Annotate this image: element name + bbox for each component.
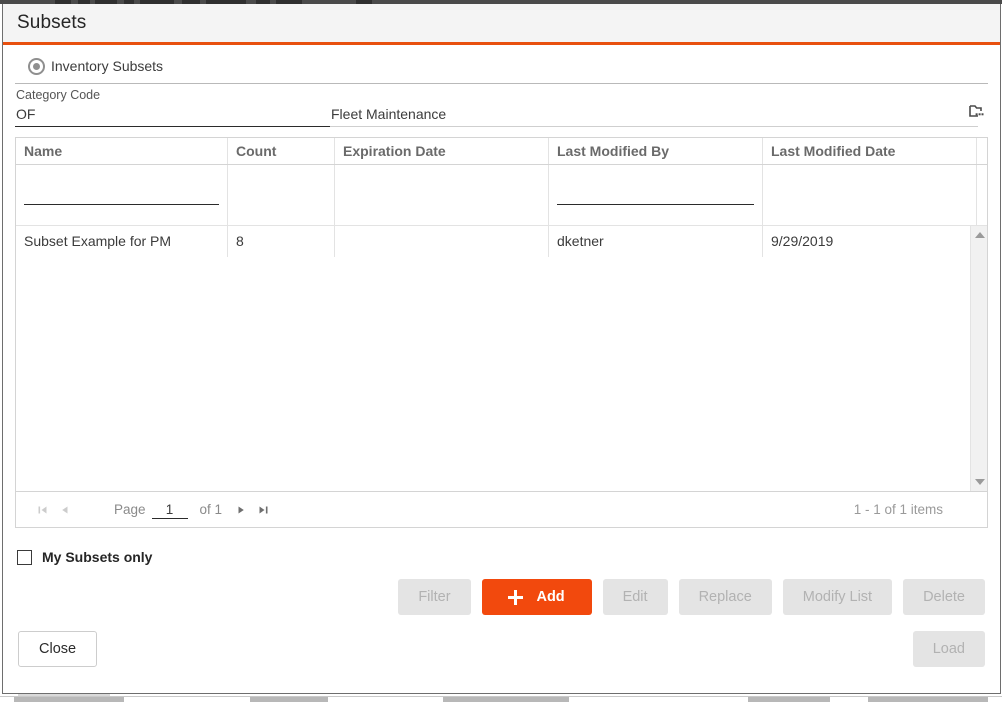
filter-cell-count	[228, 165, 335, 225]
category-code-input[interactable]: OF	[15, 104, 330, 127]
edit-button[interactable]: Edit	[602, 579, 668, 615]
table-row[interactable]: Subset Example for PM 8 dketner 9/29/201…	[16, 226, 970, 257]
subsets-grid: Name Count Expiration Date Last Modified…	[15, 137, 988, 528]
filter-input-expiration-date[interactable]	[343, 185, 540, 205]
background-bottom-strip	[0, 696, 1002, 702]
delete-button[interactable]: Delete	[903, 579, 985, 615]
add-button-label: Add	[536, 589, 565, 605]
column-header-last-modified-date[interactable]: Last Modified Date	[763, 138, 977, 164]
go-to-last-page-icon[interactable]	[252, 499, 274, 521]
close-button[interactable]: Close	[18, 631, 98, 667]
column-header-name[interactable]: Name	[16, 138, 228, 164]
load-button[interactable]: Load	[912, 631, 985, 667]
cell-last-modified-by: dketner	[549, 226, 763, 257]
grid-body: Subset Example for PM 8 dketner 9/29/201…	[16, 226, 987, 491]
grid-header-row: Name Count Expiration Date Last Modified…	[16, 138, 987, 165]
column-header-expiration-date[interactable]: Expiration Date	[335, 138, 549, 164]
go-to-previous-page-icon[interactable]	[54, 499, 76, 521]
pager-of-label: of 1	[199, 502, 223, 517]
go-to-first-page-icon[interactable]	[32, 499, 54, 521]
first-page-glyph	[38, 506, 47, 513]
grid-vertical-scrollbar[interactable]	[970, 226, 987, 491]
cell-last-modified-date: 9/29/2019	[763, 226, 970, 257]
filter-input-count[interactable]	[236, 185, 326, 205]
radio-selected-icon[interactable]	[28, 57, 45, 75]
category-code-caption: Category Code	[16, 88, 101, 102]
pager-page-input[interactable]	[151, 500, 188, 519]
page-title: Subsets	[17, 12, 87, 33]
dialog-body: Inventory Subsets Category Code OF Fleet…	[3, 45, 1000, 693]
cell-name: Subset Example for PM	[16, 226, 228, 257]
filter-input-name[interactable]	[24, 185, 219, 205]
column-header-filler	[977, 138, 993, 164]
subsets-dialog: Subsets Inventory Subsets Category Code …	[2, 4, 1001, 694]
my-subsets-only-label: My Subsets only	[42, 549, 153, 565]
my-subsets-only-row[interactable]: My Subsets only	[15, 538, 988, 576]
filter-cell-last-modified-by	[549, 165, 763, 225]
next-page-glyph	[238, 506, 244, 513]
dialog-footer: Close Load	[15, 631, 988, 667]
last-page-glyph	[259, 506, 268, 513]
filter-cell-filler	[977, 165, 993, 225]
filter-button[interactable]: Filter	[398, 579, 471, 615]
go-to-next-page-icon[interactable]	[230, 499, 252, 521]
triangle-up-icon[interactable]	[971, 228, 988, 242]
filter-cell-last-modified-date	[763, 165, 977, 225]
grid-rows: Subset Example for PM 8 dketner 9/29/201…	[16, 226, 970, 491]
grid-filter-row	[16, 165, 987, 226]
dialog-titlebar: Subsets	[3, 4, 1000, 45]
add-button[interactable]: Add	[481, 579, 592, 615]
browse-lookup-glyph	[969, 105, 984, 117]
category-code-field-block: Category Code OF Fleet Maintenance	[15, 83, 988, 127]
replace-button[interactable]: Replace	[678, 579, 772, 615]
column-header-last-modified-by[interactable]: Last Modified By	[549, 138, 763, 164]
filter-cell-name	[16, 165, 228, 225]
modify-list-button[interactable]: Modify List	[782, 579, 893, 615]
pager-page-label: Page	[114, 502, 146, 517]
inventory-subsets-radio-label: Inventory Subsets	[51, 58, 164, 74]
inventory-subsets-radio-row[interactable]: Inventory Subsets	[15, 49, 988, 83]
column-header-count[interactable]: Count	[228, 138, 335, 164]
browse-lookup-icon[interactable]	[965, 101, 987, 123]
cell-expiration-date	[335, 226, 549, 257]
cell-count: 8	[228, 226, 335, 257]
plus-icon	[508, 589, 524, 605]
action-buttons: Filter Add Edit Replace Modify List Dele…	[15, 579, 988, 615]
my-subsets-only-checkbox[interactable]	[17, 549, 32, 565]
triangle-down-icon[interactable]	[971, 475, 988, 489]
previous-page-glyph	[62, 506, 68, 513]
filter-cell-expiration-date	[335, 165, 549, 225]
category-description-input[interactable]: Fleet Maintenance	[330, 104, 978, 127]
pager-items-count: 1 - 1 of 1 items	[853, 502, 943, 517]
grid-pager: Page of 1 1 - 1 of 1 items	[16, 491, 987, 527]
category-code-inputs: OF Fleet Maintenance	[15, 103, 988, 127]
filter-input-last-modified-date[interactable]	[771, 185, 968, 205]
filter-input-last-modified-by[interactable]	[557, 185, 754, 205]
